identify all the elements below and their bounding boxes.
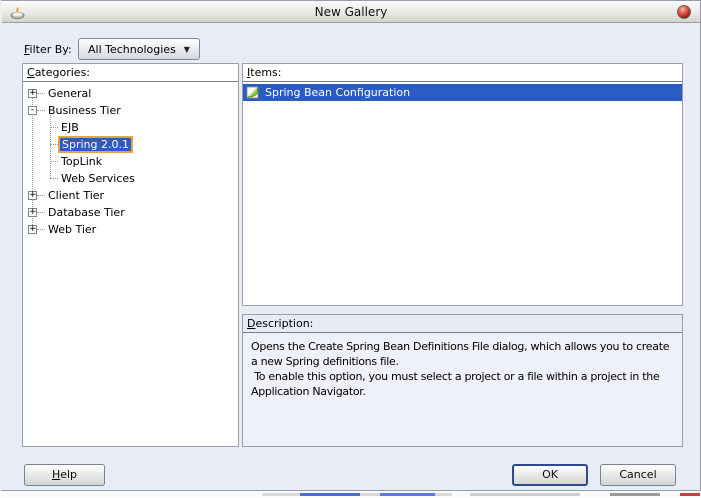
- tree-node-web-services[interactable]: Web Services: [23, 170, 238, 187]
- tree-node-label[interactable]: Database Tier: [45, 205, 128, 220]
- tree-node-label-selected[interactable]: Spring 2.0.1: [58, 136, 133, 153]
- chevron-down-icon: ▼: [183, 44, 190, 54]
- window-title: New Gallery: [314, 5, 388, 19]
- expand-plus-icon[interactable]: +: [28, 225, 37, 234]
- tree-stub: [37, 212, 45, 213]
- tree-node-client-tier[interactable]: + Client Tier: [23, 187, 238, 204]
- expand-plus-icon[interactable]: +: [28, 208, 37, 217]
- tree-node-spring[interactable]: Spring 2.0.1: [23, 136, 238, 153]
- collapse-minus-icon[interactable]: -: [28, 106, 37, 115]
- close-button[interactable]: [677, 5, 691, 19]
- tree-node-label[interactable]: General: [45, 86, 94, 101]
- list-item-label: Spring Bean Configuration: [265, 86, 411, 99]
- filter-by-label: Filter By:: [24, 43, 72, 56]
- tree-node-label[interactable]: TopLink: [58, 154, 105, 169]
- desktop-artifacts: [0, 491, 701, 498]
- tree-stub: [50, 178, 58, 179]
- description-text: Opens the Create Spring Bean Definitions…: [251, 340, 670, 398]
- tree-node-toplink[interactable]: TopLink: [23, 153, 238, 170]
- spring-bean-file-icon: [246, 86, 259, 99]
- help-button[interactable]: Help: [24, 464, 105, 486]
- list-item-spring-bean-configuration[interactable]: Spring Bean Configuration: [243, 84, 682, 101]
- tree-stub: [37, 110, 45, 111]
- tree-node-database-tier[interactable]: + Database Tier: [23, 204, 238, 221]
- tree-stub: [50, 161, 58, 162]
- tree-stub: [37, 195, 45, 196]
- filter-dropdown-value: All Technologies: [88, 42, 176, 56]
- description-header: Description:: [243, 315, 682, 333]
- tree-stub: [50, 144, 58, 145]
- description-panel: Description: Opens the Create Spring Bea…: [242, 314, 683, 447]
- cancel-button[interactable]: Cancel: [600, 464, 676, 486]
- items-panel: Items: Spring Bean Configuration: [242, 63, 683, 306]
- expand-plus-icon[interactable]: +: [28, 89, 37, 98]
- tree-node-ejb[interactable]: EJB: [23, 119, 238, 136]
- new-gallery-dialog: New Gallery Filter By: All Technologies …: [0, 0, 701, 491]
- filter-dropdown[interactable]: All Technologies ▼: [78, 38, 200, 60]
- tree-connector-line: [50, 115, 51, 178]
- tree-node-label[interactable]: EJB: [58, 120, 82, 135]
- tree-node-general[interactable]: + General: [23, 85, 238, 102]
- tree-node-label[interactable]: Web Tier: [45, 222, 99, 237]
- ok-button[interactable]: OK: [512, 464, 588, 486]
- categories-header: Categories:: [23, 64, 238, 82]
- items-header: Items:: [243, 64, 682, 82]
- tree-node-label[interactable]: Client Tier: [45, 188, 107, 203]
- categories-tree: + General - Business Tier EJB Spring 2.0…: [23, 82, 238, 238]
- tree-stub: [37, 93, 45, 94]
- expand-plus-icon[interactable]: +: [28, 191, 37, 200]
- tree-node-label[interactable]: Business Tier: [45, 103, 124, 118]
- tree-stub: [50, 127, 58, 128]
- tree-stub: [37, 229, 45, 230]
- tree-node-business-tier[interactable]: - Business Tier: [23, 102, 238, 119]
- tree-node-label[interactable]: Web Services: [58, 171, 138, 186]
- tree-node-web-tier[interactable]: + Web Tier: [23, 221, 238, 238]
- categories-panel: Categories: + General - Business Tier EJ…: [22, 63, 239, 447]
- title-bar[interactable]: New Gallery: [2, 1, 700, 23]
